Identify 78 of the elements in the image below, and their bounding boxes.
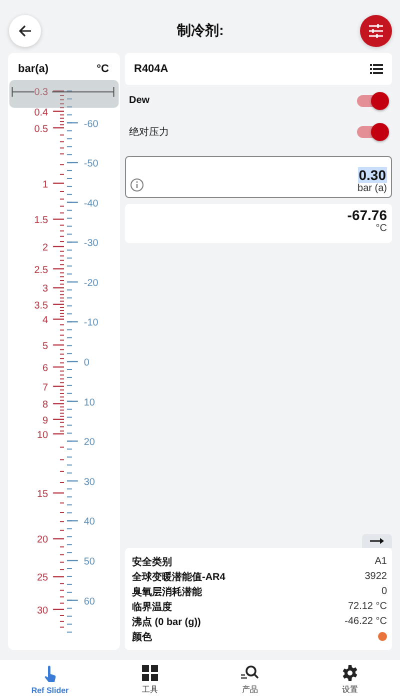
nav-tab[interactable]: 产品 — [200, 660, 300, 700]
property-value: A1 — [374, 556, 387, 567]
refrigerant-name: R404A — [134, 63, 168, 75]
pressure-unit: bar(a) — [18, 63, 49, 77]
back-arrow-icon — [17, 22, 33, 38]
hand-icon — [42, 665, 58, 683]
property-label: 臭氧层消耗潜能 — [132, 586, 202, 598]
pressure-label: 3 — [42, 284, 48, 295]
info-icon — [130, 178, 144, 192]
sliders-icon — [368, 24, 384, 38]
temperature-label: -40 — [84, 198, 98, 210]
pressure-label: 0.5 — [34, 124, 48, 135]
nav-label: 设置 — [342, 684, 358, 695]
pressure-label: 9 — [42, 415, 48, 426]
temperature-label: 20 — [84, 437, 95, 448]
property-value: 3922 — [364, 571, 387, 582]
filter-button[interactable] — [360, 14, 392, 46]
pressure-value: 0.30 — [358, 167, 387, 183]
pressure-label: 10 — [37, 430, 48, 441]
back-button[interactable] — [9, 14, 41, 46]
nav-tab[interactable]: 设置 — [300, 660, 400, 700]
temperature-unit-label: °C — [376, 223, 387, 234]
refrigerant-selector[interactable]: R404A — [125, 53, 392, 85]
property-label: 沸点 (0 bar (g)) — [132, 616, 201, 628]
nav-tab[interactable]: Ref Slider — [0, 660, 100, 700]
settings-icon — [342, 665, 358, 681]
temperature-label: 10 — [84, 397, 95, 408]
pressure-label: 4 — [42, 315, 48, 326]
slider-handle[interactable] — [9, 80, 119, 108]
pressure-label: 1 — [42, 179, 48, 190]
pressure-input-field[interactable]: 0.30 bar (a) — [125, 156, 392, 198]
nav-label: 工具 — [142, 684, 158, 695]
pressure-unit-label: bar (a) — [358, 183, 387, 194]
pressure-label: 20 — [37, 534, 48, 546]
grid-icon — [142, 665, 158, 681]
temperature-label: 50 — [84, 556, 95, 568]
nav-label: Ref Slider — [31, 686, 69, 695]
pressure-label: 0.4 — [34, 107, 48, 118]
toggle-label: 绝对压力 — [129, 126, 169, 138]
right-arrow-icon — [370, 537, 384, 545]
temperature-value: -67.76 — [347, 207, 387, 223]
temperature-unit: °C — [96, 63, 109, 77]
temperature-label: -60 — [84, 118, 98, 130]
toggle-label: Dew — [129, 95, 150, 106]
pressure-label: 7 — [42, 382, 48, 394]
temperature-label: -20 — [84, 278, 98, 289]
pressure-label: 5 — [42, 340, 48, 352]
pressure-label: 2.5 — [34, 264, 48, 276]
nav-label: 产品 — [242, 684, 258, 695]
pressure-label: 15 — [37, 488, 48, 500]
temperature-label: 30 — [84, 476, 95, 488]
pressure-label: 8 — [42, 400, 48, 411]
temperature-label: -30 — [84, 238, 98, 250]
property-value: 0 — [381, 586, 387, 597]
pressure-label: 1.5 — [34, 215, 48, 226]
property-label: 颜色 — [132, 630, 152, 644]
pressure-label: 2 — [42, 242, 48, 254]
temperature-label: -50 — [84, 158, 98, 170]
property-value: -46.22 °C — [344, 616, 387, 627]
temperature-label: -10 — [84, 318, 98, 329]
temperature-label: 40 — [84, 516, 95, 528]
page-title: 制冷剂: — [177, 22, 224, 40]
temperature-label: 60 — [84, 596, 95, 608]
property-value: 72.12 °C — [348, 601, 387, 612]
next-button[interactable] — [362, 534, 392, 548]
temperature-label: 0 — [84, 357, 90, 368]
pressure-label: 6 — [42, 362, 48, 374]
pressure-label: 30 — [37, 605, 48, 616]
property-label: 安全类别 — [132, 555, 172, 568]
search-icon — [241, 665, 259, 681]
nav-tab[interactable]: 工具 — [100, 660, 200, 700]
scale-slider[interactable]: 0.3 0.4 0.5 1 1.5 2 2.5 3 3.5 4 5 6 7 8 9 10 15 20 25 30 -60 -50 -40 -30 -20 -10 0 10 20 30 40 50 60 — [8, 78, 120, 650]
property-label: 临界温度 — [132, 600, 172, 614]
list-icon — [370, 64, 383, 74]
pressure-label: 0.3 — [34, 86, 48, 98]
pressure-label: 25 — [37, 572, 48, 584]
pressure-label: 3.5 — [34, 300, 48, 312]
property-label: 全球变暖潜能值-AR4 — [132, 570, 226, 584]
